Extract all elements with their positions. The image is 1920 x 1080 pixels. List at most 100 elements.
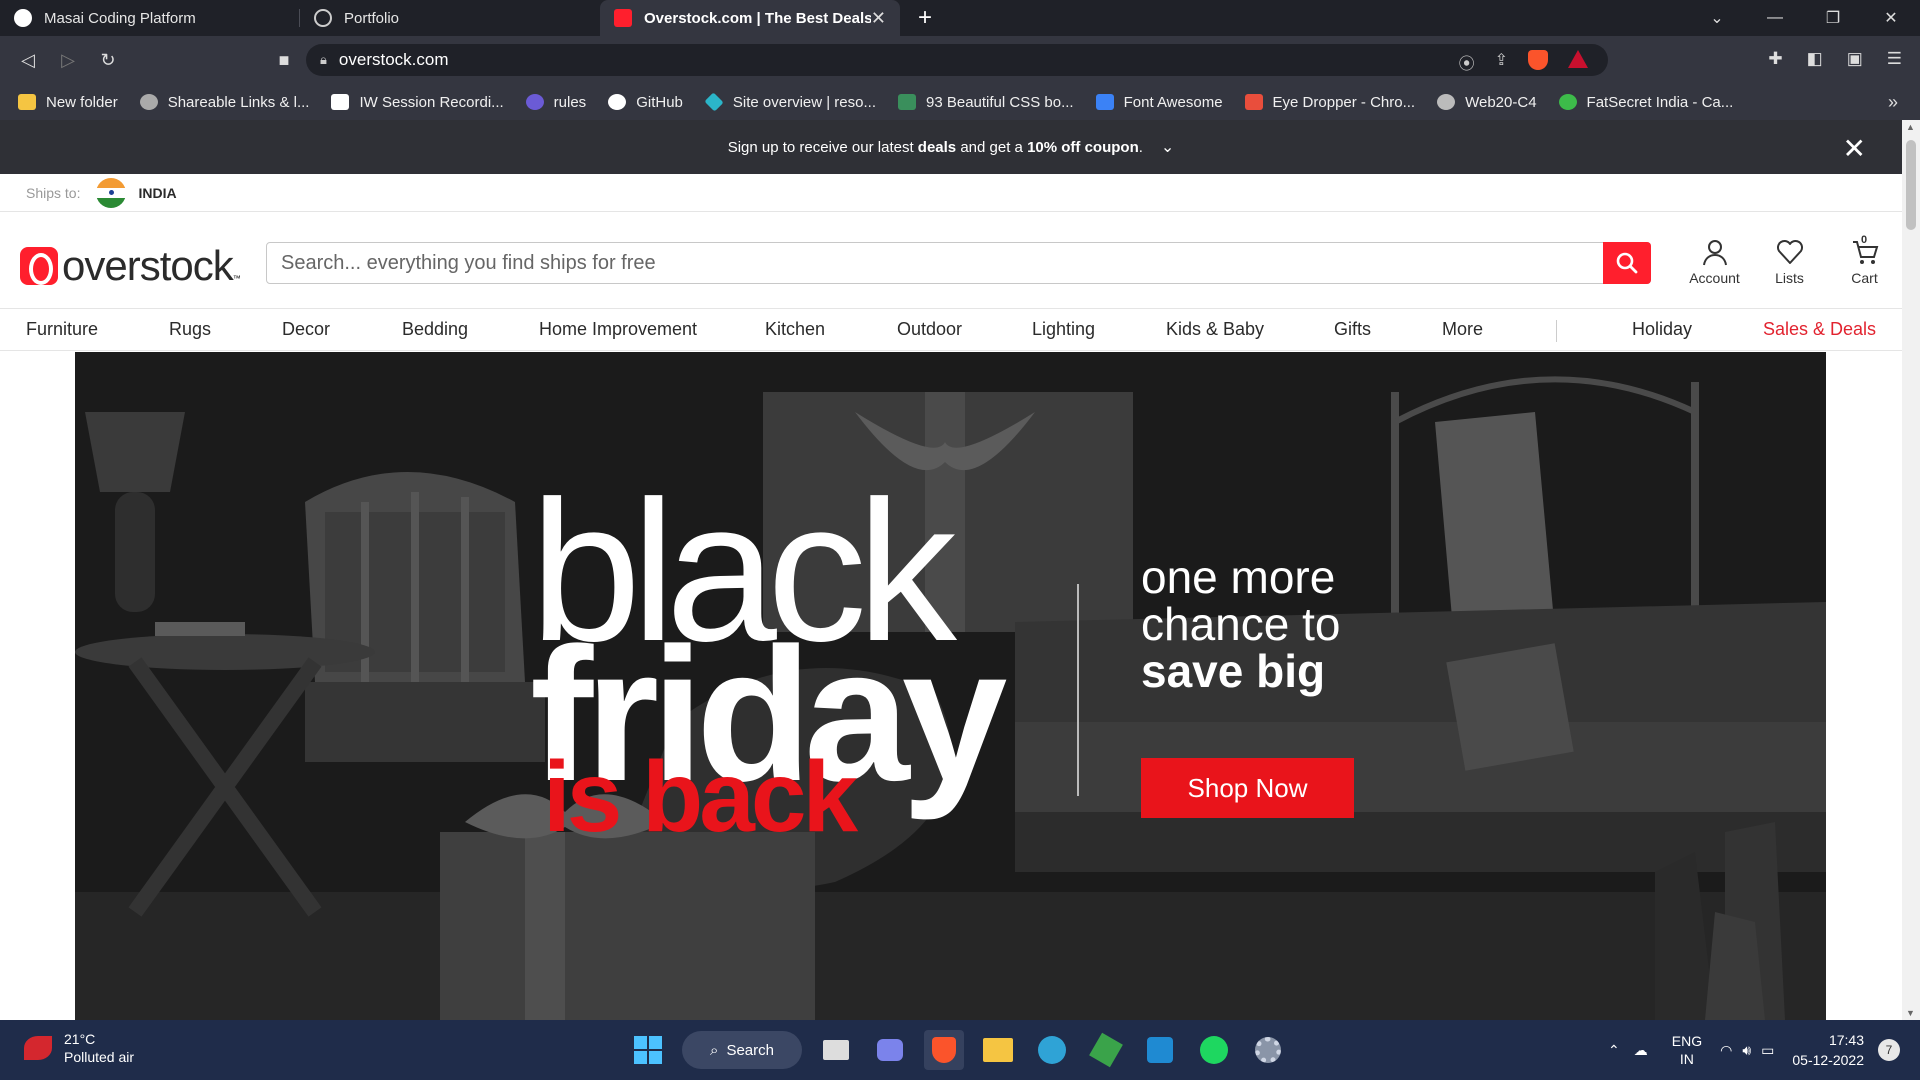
- menu-icon[interactable]: ☰: [1887, 49, 1902, 69]
- url-text: overstock.com: [338, 50, 449, 69]
- account-button[interactable]: Account: [1677, 238, 1752, 286]
- nav-bedding[interactable]: Bedding: [402, 319, 468, 340]
- masai-icon: [14, 9, 32, 27]
- nav-holiday[interactable]: Holiday: [1632, 319, 1692, 340]
- scroll-down-icon[interactable]: ▼: [1906, 1008, 1915, 1018]
- tab-search-icon[interactable]: ⌄: [1688, 8, 1746, 28]
- bookmark-item[interactable]: GitHub: [608, 94, 683, 111]
- restore-button[interactable]: ❐: [1804, 8, 1862, 28]
- onedrive-icon[interactable]: ☁: [1634, 1042, 1648, 1059]
- hero-banner[interactable]: black friday is back one more chance to …: [75, 352, 1826, 1020]
- tab-title: Masai Coding Platform: [44, 9, 196, 27]
- app-icon-green[interactable]: [1086, 1030, 1126, 1070]
- search-button[interactable]: [1603, 242, 1651, 284]
- extensions-icon[interactable]: ✚: [1768, 49, 1782, 69]
- bookmark-item[interactable]: Site overview | reso...: [704, 92, 876, 112]
- close-tab-icon[interactable]: ✕: [871, 8, 886, 29]
- scroll-up-icon[interactable]: ▲: [1906, 122, 1915, 132]
- chevron-down-icon[interactable]: ⌄: [1161, 137, 1174, 157]
- bookmark-item[interactable]: rules: [525, 94, 586, 111]
- wallet-icon[interactable]: ▣: [1847, 49, 1863, 69]
- scrollbar-thumb[interactable]: [1906, 140, 1916, 230]
- nav-rugs[interactable]: Rugs: [169, 319, 211, 340]
- ships-to-bar[interactable]: Ships to: INDIA: [0, 174, 1902, 212]
- hero-tagline: one more chance to save big: [1141, 551, 1341, 697]
- more-bookmarks-icon[interactable]: »: [1888, 92, 1898, 113]
- site-header: overstock ™ Account Lists 0 Cart: [0, 212, 1902, 308]
- nav-kids-baby[interactable]: Kids & Baby: [1166, 319, 1264, 340]
- nav-sales-deals[interactable]: Sales & Deals: [1763, 319, 1876, 340]
- window-controls: ⌄ — ❐ ✕: [1688, 8, 1920, 28]
- nav-home-improvement[interactable]: Home Improvement: [539, 319, 697, 340]
- brave-shields-icon[interactable]: [1528, 50, 1548, 70]
- notion-icon: [331, 94, 350, 110]
- new-tab-button[interactable]: +: [918, 4, 932, 32]
- cast-icon[interactable]: ⦿: [1459, 50, 1475, 74]
- wifi-icon[interactable]: ◠: [1720, 1042, 1732, 1059]
- bookmark-item[interactable]: Shareable Links & l...: [139, 94, 309, 111]
- notification-badge[interactable]: 7: [1878, 1039, 1900, 1061]
- cart-button[interactable]: 0 Cart: [1827, 234, 1902, 286]
- brave-browser-icon[interactable]: [924, 1030, 964, 1070]
- teams-chat-icon[interactable]: [870, 1030, 910, 1070]
- web-page: Sign up to receive our latest deals and …: [0, 120, 1902, 1020]
- overstock-logo[interactable]: overstock ™: [20, 242, 241, 290]
- back-icon[interactable]: ◁: [8, 50, 48, 71]
- windows-taskbar: 21°C Polluted air ⌕ Search ⌃ ☁ ENG IN ◠ …: [0, 1020, 1920, 1080]
- chevron-up-icon[interactable]: ⌃: [1608, 1042, 1620, 1059]
- close-window-button[interactable]: ✕: [1862, 8, 1920, 28]
- search-input[interactable]: [267, 243, 1603, 283]
- windows-start-icon[interactable]: [628, 1030, 668, 1070]
- close-banner-icon[interactable]: ✕: [1843, 132, 1866, 165]
- bookmark-item[interactable]: Web20-C4: [1437, 94, 1537, 111]
- bookmark-item[interactable]: Font Awesome: [1095, 94, 1223, 111]
- weather-icon: [24, 1036, 52, 1060]
- weather-widget[interactable]: 21°C Polluted air: [24, 1030, 134, 1066]
- logo-text: overstock: [62, 242, 234, 289]
- minimize-button[interactable]: —: [1746, 9, 1804, 27]
- taskbar-search[interactable]: ⌕ Search: [682, 1031, 802, 1069]
- nav-gifts[interactable]: Gifts: [1334, 319, 1371, 340]
- tab-masai[interactable]: Masai Coding Platform: [0, 0, 300, 36]
- language-indicator[interactable]: ENG IN: [1672, 1032, 1702, 1068]
- task-view-icon[interactable]: [816, 1030, 856, 1070]
- reload-icon[interactable]: ↻: [88, 50, 128, 71]
- edge-icon[interactable]: [1032, 1030, 1072, 1070]
- eyedropper-icon: [1244, 94, 1263, 110]
- sidebar-icon[interactable]: ◧: [1807, 49, 1823, 69]
- nav-more[interactable]: More: [1442, 319, 1483, 340]
- bookmark-item[interactable]: 93 Beautiful CSS bo...: [898, 94, 1074, 111]
- promo-banner[interactable]: Sign up to receive our latest deals and …: [0, 120, 1902, 174]
- share-icon[interactable]: ⇪: [1495, 50, 1508, 74]
- page-scrollbar[interactable]: ▲ ▼: [1902, 120, 1920, 1020]
- category-nav: Furniture Rugs Decor Bedding Home Improv…: [0, 308, 1902, 351]
- volume-icon[interactable]: 🔊︎: [1742, 1042, 1751, 1059]
- nav-outdoor[interactable]: Outdoor: [897, 319, 962, 340]
- globe-icon: [1437, 94, 1456, 110]
- search-icon: ⌕: [710, 1041, 719, 1059]
- file-explorer-icon[interactable]: [978, 1030, 1018, 1070]
- nav-lighting[interactable]: Lighting: [1032, 319, 1095, 340]
- nav-decor[interactable]: Decor: [282, 319, 330, 340]
- clock[interactable]: 17:43 05-12-2022: [1792, 1030, 1864, 1070]
- settings-icon[interactable]: [1248, 1030, 1288, 1070]
- tab-overstock[interactable]: Overstock.com | The Best Deals O ✕: [600, 0, 900, 36]
- brave-rewards-icon[interactable]: [1568, 50, 1588, 68]
- bookmark-item[interactable]: New folder: [18, 94, 118, 111]
- battery-icon[interactable]: ▭: [1761, 1042, 1774, 1059]
- nav-furniture[interactable]: Furniture: [26, 319, 98, 340]
- shop-now-button[interactable]: Shop Now: [1141, 758, 1354, 818]
- bookmark-icon[interactable]: ■: [264, 50, 304, 71]
- india-flag-icon: [96, 177, 127, 208]
- vscode-icon[interactable]: [1140, 1030, 1180, 1070]
- tab-portfolio[interactable]: Portfolio: [300, 0, 600, 36]
- forward-icon[interactable]: ▷: [48, 50, 88, 71]
- spotify-icon[interactable]: [1194, 1030, 1234, 1070]
- bookmark-item[interactable]: IW Session Recordi...: [331, 94, 504, 111]
- address-bar[interactable]: 🔒︎ overstock.com ⦿ ⇪: [306, 44, 1608, 76]
- bookmark-item[interactable]: FatSecret India - Ca...: [1558, 94, 1733, 111]
- bookmark-item[interactable]: Eye Dropper - Chro...: [1244, 94, 1415, 111]
- search-bar: [266, 242, 1651, 284]
- nav-kitchen[interactable]: Kitchen: [765, 319, 825, 340]
- lists-button[interactable]: Lists: [1752, 238, 1827, 286]
